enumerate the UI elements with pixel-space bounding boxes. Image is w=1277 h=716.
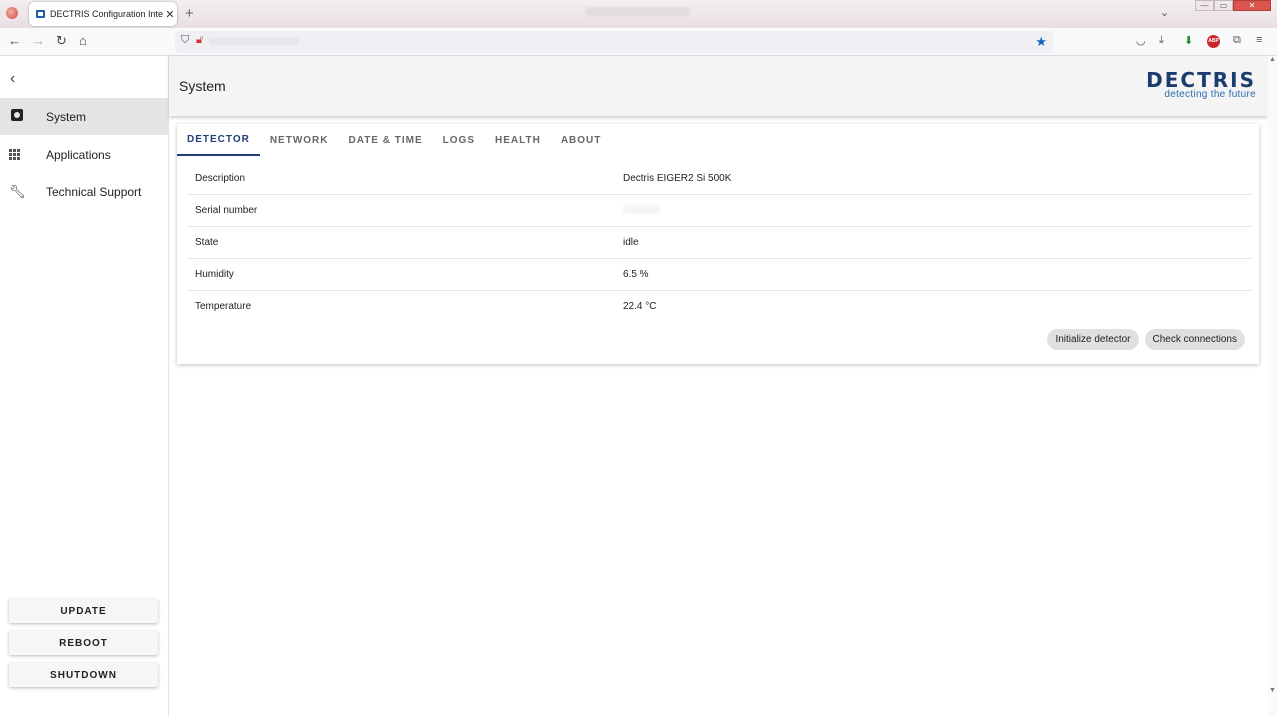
insecure-lock-icon[interactable]: 🔓︎ — [196, 34, 203, 47]
browser-tab-bar: DECTRIS Configuration Interfac ✕ + ⌄ — ▭… — [0, 0, 1277, 28]
browser-tab[interactable]: DECTRIS Configuration Interfac ✕ — [29, 2, 177, 26]
forward-arrow-icon[interactable]: → — [32, 33, 45, 48]
row-key: Humidity — [195, 269, 234, 280]
bookmark-star-icon[interactable]: ★ — [1035, 34, 1047, 50]
row-value: 22.4 °C — [623, 301, 657, 312]
url-redacted — [209, 38, 299, 45]
pocket-icon[interactable]: ◡ — [1136, 34, 1146, 47]
tab-date-time[interactable]: DATE & TIME — [339, 124, 433, 156]
sidebar-item-label: System — [46, 109, 87, 124]
page-header: System DECTRIS detecting the future — [169, 56, 1268, 116]
window-controls: — ▭ ✕ — [1195, 0, 1271, 11]
shutdown-button[interactable]: SHUTDOWN — [9, 663, 158, 687]
detector-card: DETECTOR NETWORK DATE & TIME LOGS HEALTH… — [177, 124, 1259, 364]
maximize-button[interactable]: ▭ — [1214, 0, 1233, 11]
row-value: Dectris EIGER2 Si 500K — [623, 173, 732, 184]
downloads-icon[interactable]: ⤓ — [1159, 34, 1164, 47]
tab-network[interactable]: NETWORK — [260, 124, 339, 156]
site-favicon-icon — [36, 10, 45, 18]
download-extension-icon[interactable]: ⬇ — [1184, 34, 1193, 47]
tab-bar: DETECTOR NETWORK DATE & TIME LOGS HEALTH… — [177, 124, 611, 156]
update-button[interactable]: UPDATE — [9, 599, 158, 623]
shield-icon[interactable]: ⛉ — [181, 34, 189, 47]
page-scrollbar[interactable]: ▲ ▼ — [1268, 56, 1277, 716]
collapse-chevron-icon[interactable]: ‹ — [10, 70, 15, 88]
back-arrow-icon[interactable]: ← — [8, 33, 21, 48]
table-row: State idle — [187, 227, 1252, 259]
reload-icon[interactable]: ↻ — [56, 33, 67, 49]
row-key: Description — [195, 173, 246, 184]
browser-toolbar: ← → ↻ ⌂ ⛉ 🔓︎ ★ ◡ ⤓ ⬇ ABP ⧉ ≡ — [0, 28, 1277, 56]
row-key: Serial number — [195, 205, 258, 216]
minimize-button[interactable]: — — [1195, 0, 1214, 11]
serial-number-redacted — [623, 205, 661, 217]
sidebar-item-technical-support[interactable]: 🔧︎ Technical Support — [0, 173, 168, 210]
dectris-logo: DECTRIS detecting the future — [1146, 68, 1256, 100]
table-row: Description Dectris EIGER2 Si 500K — [187, 163, 1252, 195]
extensions-icon[interactable]: ⧉ — [1233, 34, 1241, 47]
system-actions: UPDATE REBOOT SHUTDOWN — [9, 591, 158, 687]
adblock-icon[interactable]: ABP — [1207, 35, 1220, 48]
window-close-button[interactable]: ✕ — [1233, 0, 1271, 11]
scroll-down-icon[interactable]: ▼ — [1269, 687, 1276, 694]
sidebar-item-applications[interactable]: Applications — [0, 136, 168, 173]
close-tab-icon[interactable]: ✕ — [163, 8, 177, 21]
reboot-button[interactable]: REBOOT — [9, 631, 158, 655]
apps-grid-icon — [9, 149, 25, 160]
detector-info-table: Description Dectris EIGER2 Si 500K Seria… — [187, 163, 1252, 323]
row-key: Temperature — [195, 301, 252, 312]
table-row: Serial number — [187, 195, 1252, 227]
detector-actions: Initialize detector Check connections — [1047, 329, 1245, 350]
initialize-detector-button[interactable]: Initialize detector — [1047, 329, 1139, 350]
tab-about[interactable]: ABOUT — [551, 124, 612, 156]
tab-logs[interactable]: LOGS — [433, 124, 485, 156]
tab-detector[interactable]: DETECTOR — [177, 124, 260, 156]
sidebar-item-system[interactable]: System — [0, 98, 168, 135]
sidebar-item-label: Technical Support — [46, 184, 142, 199]
gear-icon — [9, 109, 25, 124]
page-title: System — [179, 78, 226, 94]
table-row: Temperature 22.4 °C — [187, 291, 1252, 323]
wrench-icon: 🔧︎ — [9, 183, 26, 199]
address-bar[interactable]: ⛉ 🔓︎ ★ — [175, 31, 1053, 53]
tab-list-chevron-icon[interactable]: ⌄ — [1160, 6, 1169, 19]
home-icon[interactable]: ⌂ — [79, 33, 87, 48]
table-row: Humidity 6.5 % — [187, 259, 1252, 291]
tab-title: DECTRIS Configuration Interfac — [50, 9, 163, 19]
new-tab-button[interactable]: + — [185, 5, 194, 22]
tab-health[interactable]: HEALTH — [485, 124, 551, 156]
check-connections-button[interactable]: Check connections — [1144, 329, 1245, 350]
sidebar: ‹ System Applications 🔧︎ Technical Suppo… — [0, 56, 169, 716]
row-key: State — [195, 237, 219, 248]
logo-wordmark: DECTRIS — [1146, 68, 1256, 92]
firefox-icon[interactable] — [6, 7, 18, 19]
sidebar-item-label: Applications — [46, 147, 111, 162]
menu-icon[interactable]: ≡ — [1256, 34, 1262, 46]
window-title-redacted — [585, 7, 690, 16]
row-value: 6.5 % — [623, 269, 649, 280]
scroll-up-icon[interactable]: ▲ — [1269, 56, 1276, 63]
row-value: idle — [623, 237, 639, 248]
